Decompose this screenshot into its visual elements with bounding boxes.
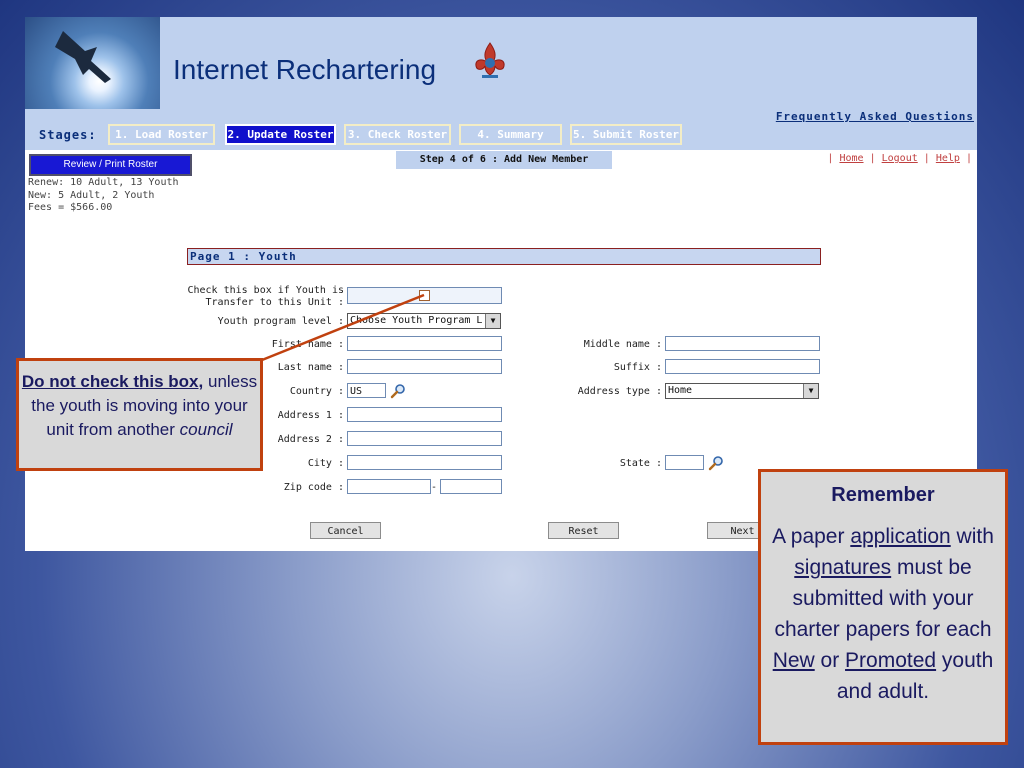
program-level-value: Choose Youth Program L bbox=[350, 315, 483, 326]
zip-label: Zip code : bbox=[283, 482, 344, 493]
country-label: Country : bbox=[289, 386, 344, 397]
help-link[interactable]: Help bbox=[936, 153, 960, 164]
reset-button[interactable]: Reset bbox=[548, 522, 619, 539]
page-title: Page 1 : Youth bbox=[187, 248, 821, 265]
stats-renew: Renew: 10 Adult, 13 Youth bbox=[28, 177, 179, 188]
transfer-label: Check this box if Youth is Transfer to t… bbox=[187, 285, 344, 309]
suffix-label: Suffix : bbox=[613, 362, 662, 373]
callout-left-italic: council bbox=[179, 420, 233, 439]
review-print-roster-button[interactable]: Review / Print Roster bbox=[29, 154, 192, 176]
stats-new: New: 5 Adult, 2 Youth bbox=[28, 189, 155, 201]
program-level-select[interactable]: Choose Youth Program L ▼ bbox=[347, 313, 501, 329]
program-level-label: Youth program level : bbox=[217, 316, 344, 327]
app-header: Internet Rechartering Frequently Asked Q… bbox=[25, 17, 977, 150]
eagle-icon bbox=[55, 31, 111, 83]
country-input[interactable]: US bbox=[347, 383, 386, 398]
faq-link[interactable]: Frequently Asked Questions bbox=[776, 110, 974, 123]
remember-t1: A paper bbox=[772, 525, 851, 548]
stage-summary[interactable]: 4. Summary bbox=[459, 124, 562, 145]
fleur-de-lis-emblem-icon bbox=[475, 42, 505, 78]
remember-text: A paper application with signatures must… bbox=[771, 521, 995, 707]
transfer-label-line2: Transfer to this Unit : bbox=[205, 297, 344, 308]
remember-callout: Remember A paper application with signat… bbox=[758, 469, 1008, 745]
state-label: State : bbox=[619, 458, 662, 469]
link-separator: | bbox=[965, 153, 972, 164]
address-type-select[interactable]: Home ▼ bbox=[665, 383, 819, 399]
state-input[interactable] bbox=[665, 455, 704, 470]
step-indicator: Step 4 of 6 : Add New Member bbox=[396, 151, 612, 169]
transfer-checkbox[interactable] bbox=[419, 290, 430, 301]
remember-t2: with bbox=[950, 525, 994, 548]
dropdown-arrow-icon: ▼ bbox=[803, 384, 818, 398]
home-link[interactable]: Home bbox=[839, 153, 863, 164]
address1-label: Address 1 : bbox=[277, 410, 344, 421]
address-type-label: Address type : bbox=[577, 386, 662, 397]
zip-input[interactable] bbox=[347, 479, 431, 494]
remember-title: Remember bbox=[831, 484, 935, 506]
city-input[interactable] bbox=[347, 455, 502, 470]
address1-input[interactable] bbox=[347, 407, 502, 422]
last-name-label: Last name : bbox=[277, 362, 344, 373]
stage-check-roster[interactable]: 3. Check Roster bbox=[344, 124, 451, 145]
link-separator: | bbox=[923, 153, 930, 164]
link-separator: | bbox=[827, 153, 834, 164]
callout-left-bold: Do not check this box bbox=[21, 372, 199, 391]
last-name-input[interactable] bbox=[347, 359, 502, 374]
cancel-button[interactable]: Cancel bbox=[310, 522, 381, 539]
middle-name-input[interactable] bbox=[665, 336, 820, 351]
dropdown-arrow-icon: ▼ bbox=[485, 314, 500, 328]
middle-name-label: Middle name : bbox=[583, 339, 662, 350]
remember-u4: Promoted bbox=[845, 649, 937, 672]
stats-fees: Fees = $566.00 bbox=[28, 202, 113, 213]
remember-u2: signatures bbox=[794, 556, 892, 579]
stage-submit-roster[interactable]: 5. Submit Roster bbox=[570, 124, 682, 145]
first-name-input[interactable] bbox=[347, 336, 502, 351]
link-separator: | bbox=[869, 153, 876, 164]
stages-label: Stages: bbox=[39, 128, 97, 142]
zip-separator: - bbox=[431, 482, 438, 493]
transfer-warning-callout: Do not check this box, unless the youth … bbox=[16, 358, 263, 471]
address-type-value: Home bbox=[668, 385, 693, 396]
roster-stats: Renew: 10 Adult, 13 Youth New: 5 Adult, … bbox=[28, 177, 179, 215]
zip-ext-input[interactable] bbox=[440, 479, 502, 494]
country-search-icon[interactable] bbox=[390, 383, 406, 399]
callout-left-comma: , bbox=[198, 372, 204, 391]
address2-label: Address 2 : bbox=[277, 434, 344, 445]
top-links: | Home | Logout | Help | bbox=[827, 153, 972, 164]
stage-load-roster[interactable]: 1. Load Roster bbox=[108, 124, 215, 145]
app-title: Internet Rechartering bbox=[173, 54, 437, 85]
first-name-label: First name : bbox=[271, 339, 344, 350]
suffix-input[interactable] bbox=[665, 359, 820, 374]
city-label: City : bbox=[307, 458, 344, 469]
remember-t4: or bbox=[814, 649, 846, 672]
remember-u1: application bbox=[850, 525, 951, 548]
stage-update-roster[interactable]: 2. Update Roster bbox=[225, 124, 336, 145]
remember-u3: New bbox=[772, 649, 815, 672]
eagle-logo-image bbox=[25, 17, 160, 109]
address2-input[interactable] bbox=[347, 431, 502, 446]
state-search-icon[interactable] bbox=[708, 455, 724, 471]
logout-link[interactable]: Logout bbox=[882, 153, 918, 164]
transfer-label-line1: Check this box if Youth is bbox=[187, 285, 344, 296]
